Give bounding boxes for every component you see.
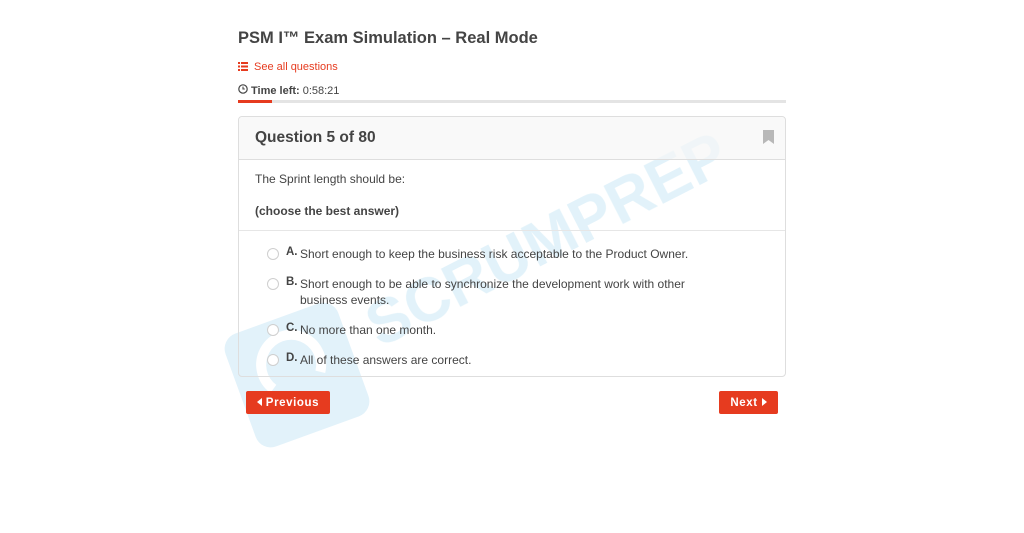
question-card-header: Question 5 of 80 <box>239 117 785 160</box>
previous-button[interactable]: Previous <box>246 391 330 414</box>
caret-left-icon <box>256 397 262 409</box>
caret-right-icon <box>761 397 767 409</box>
answer-option-c[interactable]: C. No more than one month. <box>267 322 700 338</box>
clock-icon <box>238 84 248 97</box>
question-stem: The Sprint length should be: <box>255 172 406 186</box>
answer-option-d[interactable]: D. All of these answers are correct. <box>267 352 700 368</box>
next-button-label: Next <box>730 396 758 409</box>
time-left-label: Time left: <box>251 84 300 97</box>
time-left: Time left: 0:58:21 <box>238 84 339 97</box>
question-number: Question 5 of 80 <box>255 129 376 146</box>
option-letter: B. <box>286 276 298 288</box>
option-letter: D. <box>286 352 298 364</box>
divider <box>239 230 785 231</box>
progress-bar <box>238 100 786 103</box>
radio-button-d[interactable] <box>267 354 279 366</box>
page-title: PSM I™ Exam Simulation – Real Mode <box>238 29 538 47</box>
next-button[interactable]: Next <box>719 391 778 414</box>
option-text: No more than one month. <box>300 323 437 337</box>
option-text: Short enough to be able to synchronize t… <box>300 277 685 307</box>
time-left-value: 0:58:21 <box>302 84 340 97</box>
radio-button-c[interactable] <box>267 324 279 336</box>
see-all-questions-label: See all questions <box>254 61 338 73</box>
previous-button-label: Previous <box>265 396 320 409</box>
option-letter: C. <box>286 322 298 334</box>
radio-button-b[interactable] <box>267 278 279 290</box>
question-instruction: (choose the best answer) <box>255 204 400 218</box>
bookmark-icon[interactable] <box>763 130 774 149</box>
option-text: All of these answers are correct. <box>300 353 472 367</box>
question-card: Question 5 of 80 The Sprint length shoul… <box>238 116 786 377</box>
radio-button-a[interactable] <box>267 248 279 260</box>
list-icon <box>238 58 248 76</box>
answer-option-a[interactable]: A. Short enough to keep the business ris… <box>267 246 700 262</box>
answer-option-b[interactable]: B. Short enough to be able to synchroniz… <box>267 276 700 308</box>
progress-bar-fill <box>238 100 273 103</box>
option-text: Short enough to keep the business risk a… <box>300 247 689 261</box>
see-all-questions-link[interactable]: See all questions <box>238 58 338 76</box>
option-letter: A. <box>286 246 298 258</box>
